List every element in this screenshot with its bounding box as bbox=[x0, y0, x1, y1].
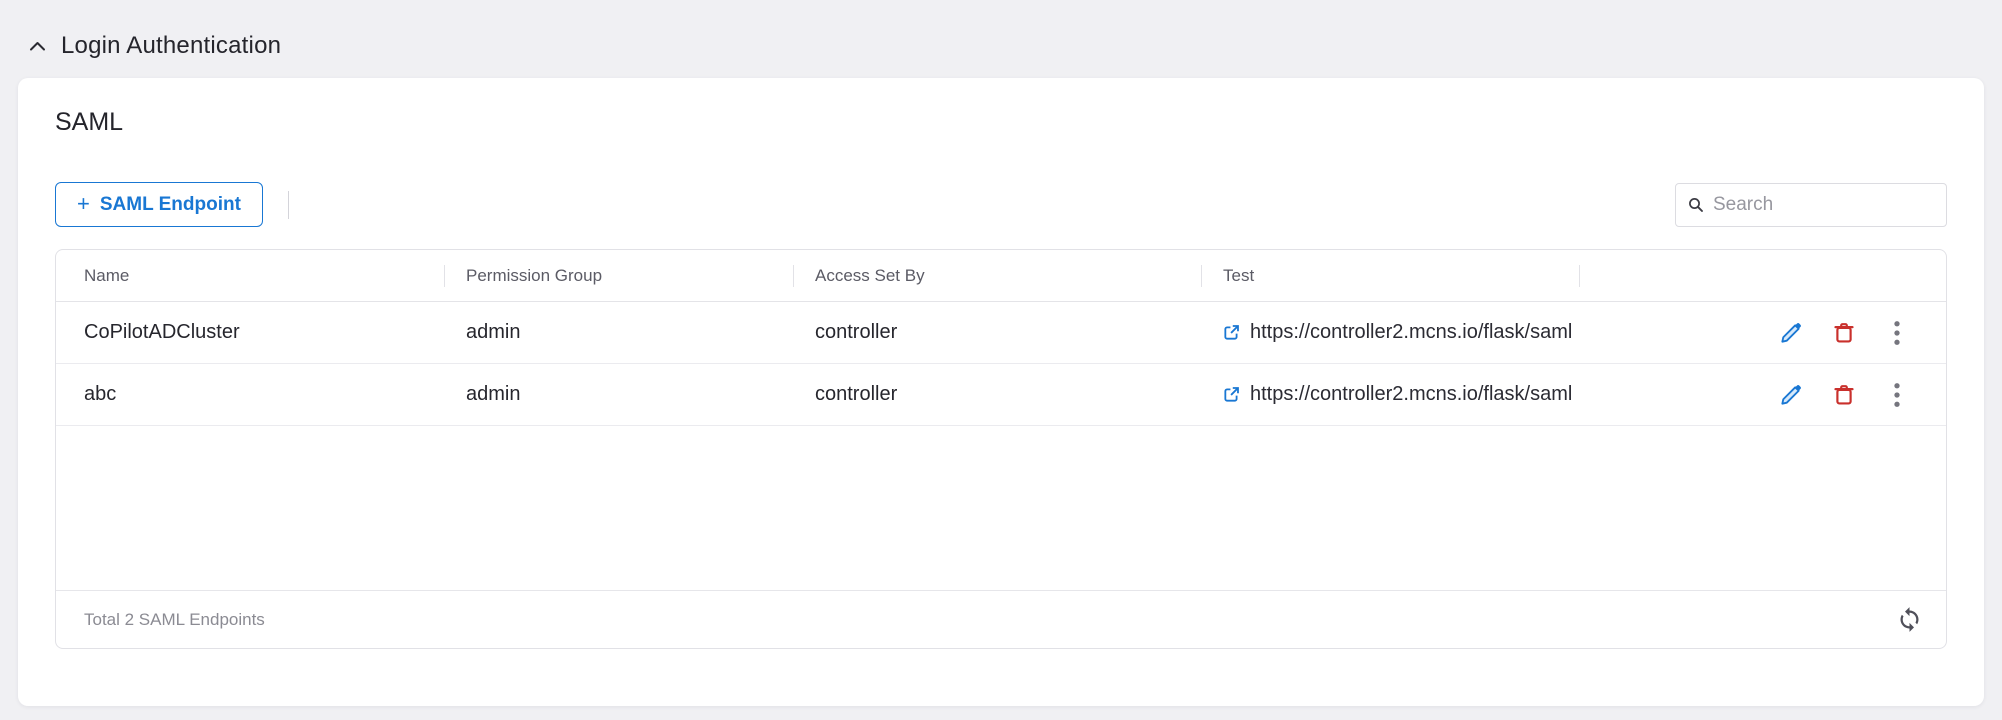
cell-name: abc bbox=[56, 383, 444, 406]
cell-test: https://controller2.mcns.io/flask/saml bbox=[1201, 383, 1579, 406]
toolbar-divider bbox=[288, 191, 289, 219]
delete-trash-icon[interactable] bbox=[1829, 380, 1859, 410]
column-header-name: Name bbox=[56, 266, 444, 286]
chevron-up-icon[interactable] bbox=[26, 35, 48, 57]
delete-trash-icon[interactable] bbox=[1829, 318, 1859, 348]
test-url-link[interactable]: https://controller2.mcns.io/flask/saml bbox=[1223, 321, 1579, 344]
search-icon bbox=[1688, 197, 1704, 213]
page-title: Login Authentication bbox=[61, 32, 281, 60]
search-box[interactable] bbox=[1675, 183, 1947, 227]
cell-permission-group: admin bbox=[444, 321, 793, 344]
plus-icon: + bbox=[77, 193, 90, 215]
add-saml-endpoint-label: SAML Endpoint bbox=[100, 194, 241, 216]
refresh-icon[interactable] bbox=[1894, 605, 1924, 635]
toolbar: + SAML Endpoint bbox=[55, 182, 1947, 227]
edit-pencil-icon[interactable] bbox=[1776, 318, 1806, 348]
add-saml-endpoint-button[interactable]: + SAML Endpoint bbox=[55, 182, 263, 227]
column-header-access-set-by: Access Set By bbox=[793, 266, 1201, 286]
total-count-text: Total 2 SAML Endpoints bbox=[84, 610, 265, 630]
column-header-permission-group: Permission Group bbox=[444, 266, 793, 286]
test-url-text: https://controller2.mcns.io/flask/saml bbox=[1250, 321, 1572, 344]
table-row: abc admin controller https://controller2… bbox=[56, 364, 1946, 426]
table-empty-space bbox=[56, 426, 1946, 590]
cell-test: https://controller2.mcns.io/flask/saml bbox=[1201, 321, 1579, 344]
cell-name: CoPilotADCluster bbox=[56, 321, 444, 344]
saml-card: SAML + SAML Endpoint Name Permission Gro… bbox=[18, 78, 1984, 706]
table-footer: Total 2 SAML Endpoints bbox=[56, 590, 1946, 648]
table-row: CoPilotADCluster admin controller https:… bbox=[56, 302, 1946, 364]
cell-access-set-by: controller bbox=[793, 383, 1201, 406]
test-url-link[interactable]: https://controller2.mcns.io/flask/saml bbox=[1223, 383, 1579, 406]
cell-access-set-by: controller bbox=[793, 321, 1201, 344]
test-url-text: https://controller2.mcns.io/flask/saml bbox=[1250, 383, 1572, 406]
card-heading: SAML bbox=[55, 78, 1947, 137]
table-header-row: Name Permission Group Access Set By Test bbox=[56, 250, 1946, 302]
more-vertical-dots-icon[interactable] bbox=[1882, 318, 1912, 348]
cell-actions bbox=[1579, 318, 1946, 348]
more-vertical-dots-icon[interactable] bbox=[1882, 380, 1912, 410]
search-input[interactable] bbox=[1713, 194, 1934, 216]
saml-endpoints-table: Name Permission Group Access Set By Test… bbox=[55, 249, 1947, 649]
cell-permission-group: admin bbox=[444, 383, 793, 406]
external-link-icon bbox=[1223, 386, 1240, 403]
column-header-test: Test bbox=[1201, 266, 1579, 286]
external-link-icon bbox=[1223, 324, 1240, 341]
section-header: Login Authentication bbox=[0, 0, 2002, 64]
cell-actions bbox=[1579, 380, 1946, 410]
edit-pencil-icon[interactable] bbox=[1776, 380, 1806, 410]
